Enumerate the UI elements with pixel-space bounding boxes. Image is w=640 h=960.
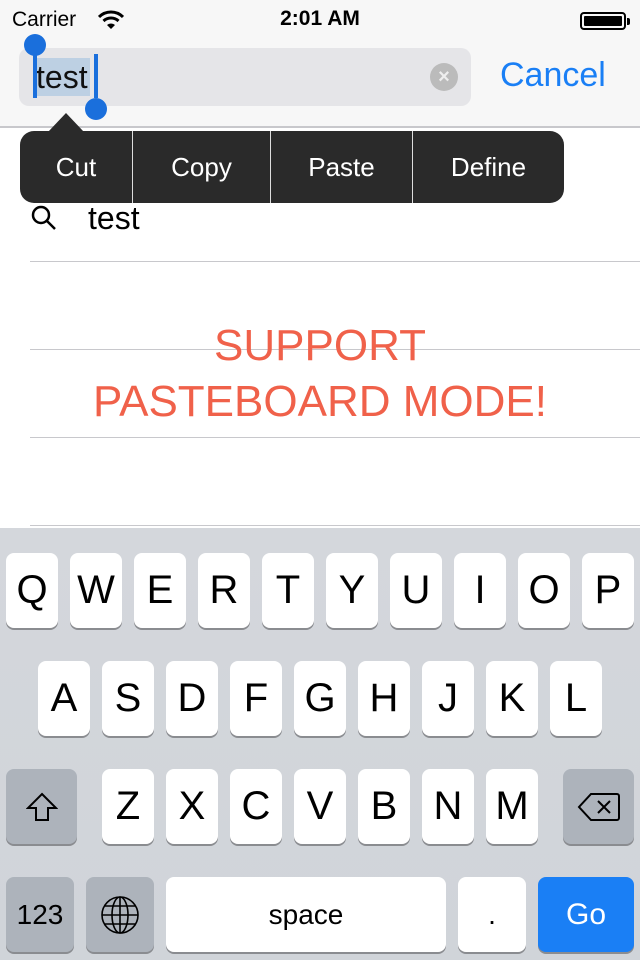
- key-t[interactable]: T: [262, 553, 314, 628]
- numbers-key[interactable]: 123: [6, 877, 74, 952]
- key-d[interactable]: D: [166, 661, 218, 736]
- cancel-button[interactable]: Cancel: [500, 56, 606, 95]
- key-a[interactable]: A: [38, 661, 90, 736]
- define-button[interactable]: Define: [413, 131, 564, 203]
- shift-key[interactable]: [6, 769, 77, 844]
- search-result-item[interactable]: test: [88, 200, 140, 237]
- key-n[interactable]: N: [422, 769, 474, 844]
- key-s[interactable]: S: [102, 661, 154, 736]
- globe-icon: [101, 895, 139, 934]
- key-c[interactable]: C: [230, 769, 282, 844]
- banner-line-1: SUPPORT: [214, 321, 426, 370]
- backspace-icon: [577, 792, 620, 821]
- key-z[interactable]: Z: [102, 769, 154, 844]
- key-h[interactable]: H: [358, 661, 410, 736]
- selection-start-caret: [33, 54, 37, 98]
- key-v[interactable]: V: [294, 769, 346, 844]
- delete-key[interactable]: [563, 769, 634, 844]
- key-b[interactable]: B: [358, 769, 410, 844]
- search-icon: [30, 204, 58, 237]
- banner-line-2: PASTEBOARD MODE!: [93, 377, 547, 426]
- selection-end-handle[interactable]: [85, 98, 107, 120]
- key-q[interactable]: Q: [6, 553, 58, 628]
- space-key[interactable]: space: [166, 877, 446, 952]
- cut-button[interactable]: Cut: [20, 131, 133, 203]
- key-j[interactable]: J: [422, 661, 474, 736]
- copy-button[interactable]: Copy: [133, 131, 271, 203]
- key-e[interactable]: E: [134, 553, 186, 628]
- selection-end-caret: [94, 54, 98, 98]
- period-key[interactable]: .: [458, 877, 526, 952]
- key-m[interactable]: M: [486, 769, 538, 844]
- key-o[interactable]: O: [518, 553, 570, 628]
- banner-text: SUPPORT PASTEBOARD MODE!: [0, 318, 640, 430]
- battery-icon: [580, 12, 630, 30]
- clear-icon[interactable]: ×: [430, 63, 458, 91]
- key-l[interactable]: L: [550, 661, 602, 736]
- key-i[interactable]: I: [454, 553, 506, 628]
- key-w[interactable]: W: [70, 553, 122, 628]
- key-g[interactable]: G: [294, 661, 346, 736]
- status-time: 2:01 AM: [280, 7, 360, 30]
- globe-key[interactable]: [86, 877, 154, 952]
- key-y[interactable]: Y: [326, 553, 378, 628]
- menu-arrow: [48, 113, 84, 132]
- key-f[interactable]: F: [230, 661, 282, 736]
- paste-button[interactable]: Paste: [271, 131, 413, 203]
- key-u[interactable]: U: [390, 553, 442, 628]
- key-k[interactable]: K: [486, 661, 538, 736]
- key-x[interactable]: X: [166, 769, 218, 844]
- key-r[interactable]: R: [198, 553, 250, 628]
- shift-icon: [25, 792, 58, 821]
- divider: [30, 437, 640, 438]
- divider: [30, 525, 640, 526]
- go-key[interactable]: Go: [538, 877, 634, 952]
- selection-start-handle[interactable]: [24, 34, 46, 56]
- key-p[interactable]: P: [582, 553, 634, 628]
- divider: [30, 261, 640, 262]
- search-input-text[interactable]: test: [34, 58, 90, 96]
- edit-menu: Cut Copy Paste Define: [20, 131, 564, 203]
